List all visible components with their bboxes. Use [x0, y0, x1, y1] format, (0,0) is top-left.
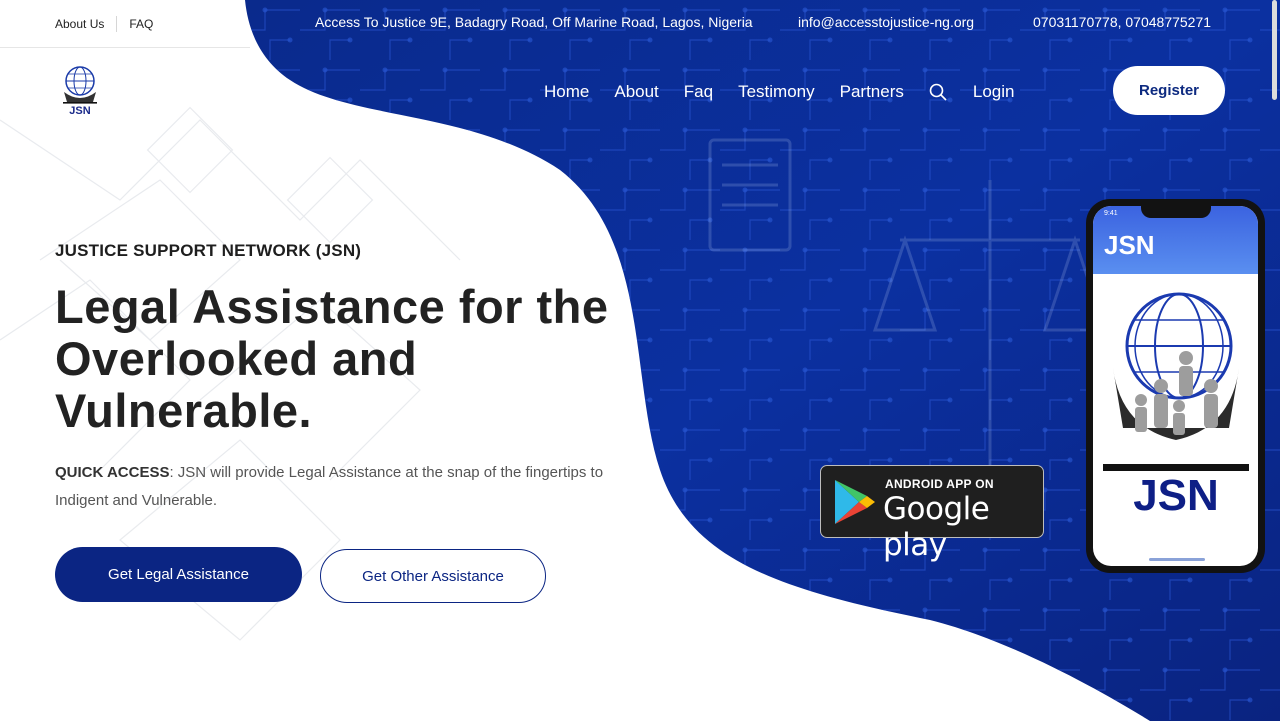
top-email[interactable]: info@accesstojustice-ng.org — [798, 14, 974, 30]
hero-eyebrow: JUSTICE SUPPORT NETWORK (JSN) — [55, 241, 362, 260]
jsn-emblem: JSN — [1103, 292, 1249, 518]
nav-partners[interactable]: Partners — [840, 82, 904, 102]
top-bar: About Us FAQ Access To Justice 9E, Badag… — [0, 0, 1280, 48]
phone-home-indicator — [1149, 558, 1205, 561]
phone-app-title: JSN — [1104, 230, 1155, 260]
jsn-logo[interactable]: JSN — [60, 64, 100, 118]
get-legal-assistance-button[interactable]: Get Legal Assistance — [55, 547, 302, 602]
phone-mockup: 9:41 JSN JSN — [1086, 199, 1265, 573]
headline-line-2: Overlooked and — [55, 332, 418, 385]
desc-strong: QUICK ACCESS — [55, 464, 170, 481]
top-phone[interactable]: 07031170778, 07048775271 — [1033, 14, 1211, 30]
phone-notch — [1141, 206, 1211, 218]
get-other-assistance-button[interactable]: Get Other Assistance — [320, 549, 546, 603]
main-nav: Home About Faq Testimony Partners Login — [544, 82, 1039, 102]
badge-top-text: ANDROID APP ON — [885, 477, 994, 491]
top-left-links: About Us FAQ — [55, 16, 153, 32]
badge-main-text: Google play — [883, 491, 990, 563]
register-button[interactable]: Register — [1113, 66, 1225, 115]
phone-screen: 9:41 JSN JSN — [1093, 206, 1258, 566]
phone-time: 9:41 — [1104, 210, 1118, 217]
nav-login[interactable]: Login — [973, 82, 1015, 102]
play-store-icon — [835, 480, 875, 524]
nav-home[interactable]: Home — [544, 82, 589, 102]
nav-testimony[interactable]: Testimony — [738, 82, 815, 102]
logo-text: JSN — [69, 105, 90, 117]
nav-faq[interactable]: Faq — [684, 82, 713, 102]
phone-logo-text: JSN — [1133, 471, 1219, 518]
headline-line-1: Legal Assistance for the — [55, 280, 609, 333]
top-address: Access To Justice 9E, Badagry Road, Off … — [315, 14, 753, 30]
nav-about[interactable]: About — [614, 82, 658, 102]
headline-line-3: Vulnerable. — [55, 384, 313, 437]
scrollbar[interactable] — [1272, 0, 1277, 100]
search-icon[interactable] — [929, 83, 947, 101]
hero-description: QUICK ACCESS: JSN will provide Legal Ass… — [55, 459, 615, 515]
top-link-about[interactable]: About Us — [55, 17, 104, 31]
google-play-badge[interactable]: ANDROID APP ON Google play — [820, 465, 1044, 563]
top-divider — [0, 47, 250, 48]
top-separator — [116, 16, 118, 32]
hero-headline: Legal Assistance for the Overlooked and … — [55, 281, 655, 437]
top-link-faq[interactable]: FAQ — [129, 17, 153, 31]
